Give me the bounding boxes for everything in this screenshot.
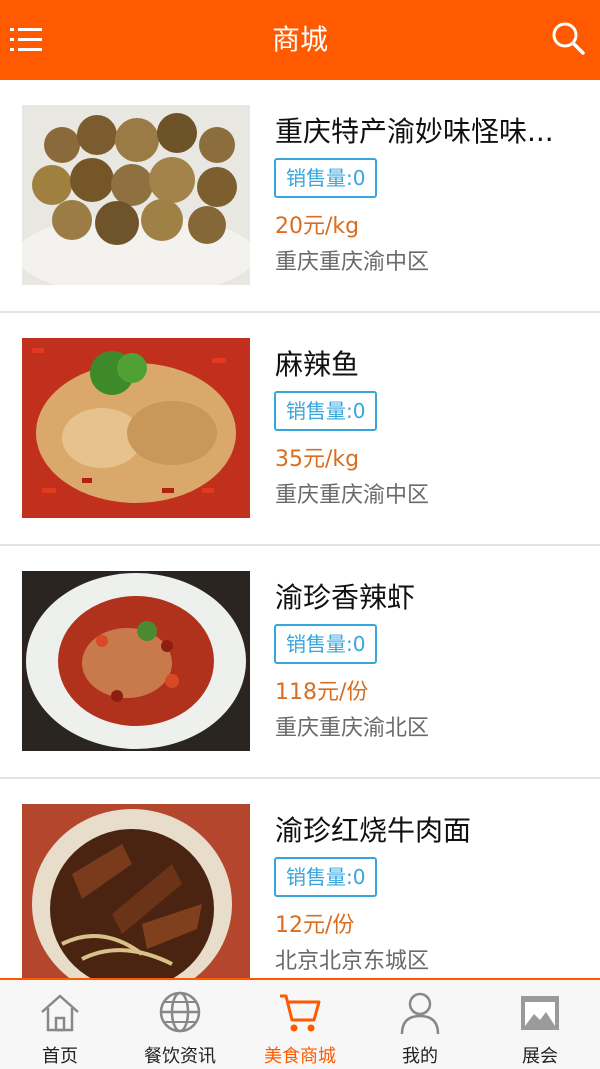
sales-badge: 销售量:0: [274, 158, 378, 198]
product-item[interactable]: 麻辣鱼 销售量:0 35元/kg 重庆重庆渝中区: [0, 313, 600, 546]
globe-icon: [159, 991, 201, 1033]
tab-label: 首页: [42, 1046, 78, 1067]
tab-label: 餐饮资讯: [144, 1046, 216, 1067]
search-icon[interactable]: [550, 20, 586, 56]
tab-label: 展会: [522, 1046, 558, 1067]
product-name[interactable]: 麻辣鱼: [275, 343, 575, 383]
product-price: 12元/份: [275, 913, 355, 938]
product-image[interactable]: [22, 571, 250, 751]
person-icon: [400, 992, 440, 1035]
product-name[interactable]: 渝珍香辣虾: [275, 576, 575, 616]
product-location: 重庆重庆渝北区: [275, 716, 430, 741]
tab-expo[interactable]: 展会: [480, 980, 600, 1069]
product-item[interactable]: 重庆特产渝妙味怪味... 销售量:0 20元/kg 重庆重庆渝中区: [0, 80, 600, 313]
product-item[interactable]: 渝珍香辣虾 销售量:0 118元/份 重庆重庆渝北区: [0, 546, 600, 779]
tab-home[interactable]: 首页: [0, 980, 120, 1069]
product-location: 重庆重庆渝中区: [275, 483, 430, 508]
sales-badge: 销售量:0: [274, 857, 378, 897]
product-item[interactable]: 渝珍红烧牛肉面 销售量:0 12元/份 北京北京东城区: [0, 779, 600, 978]
tab-mine[interactable]: 我的: [360, 980, 480, 1069]
product-price: 118元/份: [275, 680, 369, 705]
product-image[interactable]: [22, 804, 250, 978]
product-name[interactable]: 渝珍红烧牛肉面: [275, 809, 575, 849]
sales-badge: 销售量:0: [274, 391, 378, 431]
tab-news[interactable]: 餐饮资讯: [120, 980, 240, 1069]
product-price: 35元/kg: [275, 447, 360, 472]
product-image[interactable]: [22, 105, 250, 285]
product-location: 重庆重庆渝中区: [275, 250, 430, 275]
product-image[interactable]: [22, 338, 250, 518]
app-header: 商城: [0, 0, 600, 80]
sales-badge: 销售量:0: [274, 624, 378, 664]
tab-label: 我的: [402, 1046, 438, 1067]
product-location: 北京北京东城区: [275, 949, 430, 974]
home-icon: [41, 994, 79, 1032]
product-list[interactable]: 重庆特产渝妙味怪味... 销售量:0 20元/kg 重庆重庆渝中区 麻辣鱼 销售…: [0, 80, 600, 978]
product-price: 20元/kg: [275, 214, 360, 239]
product-name[interactable]: 重庆特产渝妙味怪味...: [275, 110, 575, 150]
gallery-icon: [521, 996, 559, 1030]
tab-mall[interactable]: 美食商城: [240, 980, 360, 1069]
bottom-tab-bar: 首页 餐饮资讯 美食商城 我的 展会: [0, 978, 600, 1069]
page-title: 商城: [271, 23, 328, 56]
cart-icon: [280, 994, 321, 1032]
tab-label: 美食商城: [264, 1046, 336, 1067]
